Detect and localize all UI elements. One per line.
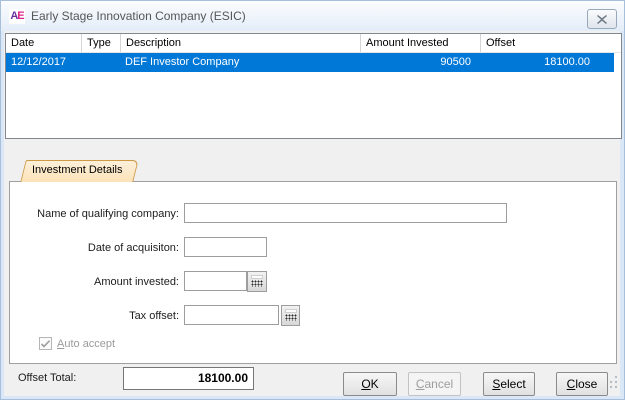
amount-invested-input[interactable] <box>184 271 247 291</box>
checkmark-icon <box>41 340 50 348</box>
window-title: Early Stage Innovation Company (ESIC) <box>31 9 246 23</box>
close-icon <box>597 15 607 24</box>
date-of-acquisition-input[interactable] <box>184 237 267 257</box>
name-of-qualifying-company-label: Name of qualifying company: <box>21 204 179 224</box>
offset-total-label: Offset Total: <box>18 372 76 384</box>
column-header-type[interactable]: Type <box>81 34 120 52</box>
tab-investment-details[interactable]: Investment Details <box>23 160 136 182</box>
amount-invested-label: Amount invested: <box>21 272 179 292</box>
tax-offset-picker-button[interactable] <box>281 305 300 326</box>
ok-button[interactable]: OK <box>343 372 397 396</box>
resize-grip-icon <box>606 374 619 390</box>
column-header-description[interactable]: Description <box>120 34 360 52</box>
grid-row-selected[interactable]: 12/12/2017 DEF Investor Company 90500 18… <box>6 53 614 72</box>
keypad-dots-icon <box>285 314 297 321</box>
app-icon: AE <box>9 9 25 24</box>
tax-offset-input[interactable] <box>184 305 279 325</box>
cancel-button[interactable]: Cancel <box>408 372 461 396</box>
date-of-acquisition-label: Date of acquisiton: <box>21 238 179 258</box>
cell-offset: 18100.00 <box>480 53 614 72</box>
keypad-dots-icon <box>251 280 263 287</box>
tax-offset-label: Tax offset: <box>21 306 179 326</box>
auto-accept-checkbox[interactable] <box>39 337 52 350</box>
title-bar[interactable]: AE Early Stage Innovation Company (ESIC) <box>1 1 624 31</box>
resize-grip[interactable] <box>606 374 619 395</box>
esic-dialog: AE Early Stage Innovation Company (ESIC)… <box>0 0 625 400</box>
cell-description: DEF Investor Company <box>120 53 360 72</box>
cell-date: 12/12/2017 <box>6 53 81 72</box>
column-header-amount-invested[interactable]: Amount Invested <box>360 34 480 52</box>
close-dialog-button[interactable]: Close <box>556 372 608 396</box>
app-icon-letter-e: E <box>17 10 23 22</box>
tab-label: Investment Details <box>23 160 136 181</box>
amount-invested-picker-button[interactable] <box>247 271 267 292</box>
cell-amount-invested: 90500 <box>360 53 480 72</box>
cell-type <box>81 53 120 72</box>
offset-total-value: 18100.00 <box>123 367 254 390</box>
column-header-date[interactable]: Date <box>6 34 81 52</box>
investments-grid: Date Type Description Amount Invested Of… <box>5 33 622 139</box>
auto-accept-label: Auto accept <box>57 338 115 350</box>
keypad-icon <box>285 309 297 313</box>
auto-accept-checkbox-row: Auto accept <box>39 337 115 350</box>
column-header-offset[interactable]: Offset <box>480 34 621 52</box>
name-of-qualifying-company-input[interactable] <box>184 203 507 223</box>
close-button[interactable] <box>587 9 617 29</box>
select-button[interactable]: Select <box>483 372 535 396</box>
grid-header: Date Type Description Amount Invested Of… <box>6 34 621 53</box>
keypad-icon <box>251 275 263 279</box>
